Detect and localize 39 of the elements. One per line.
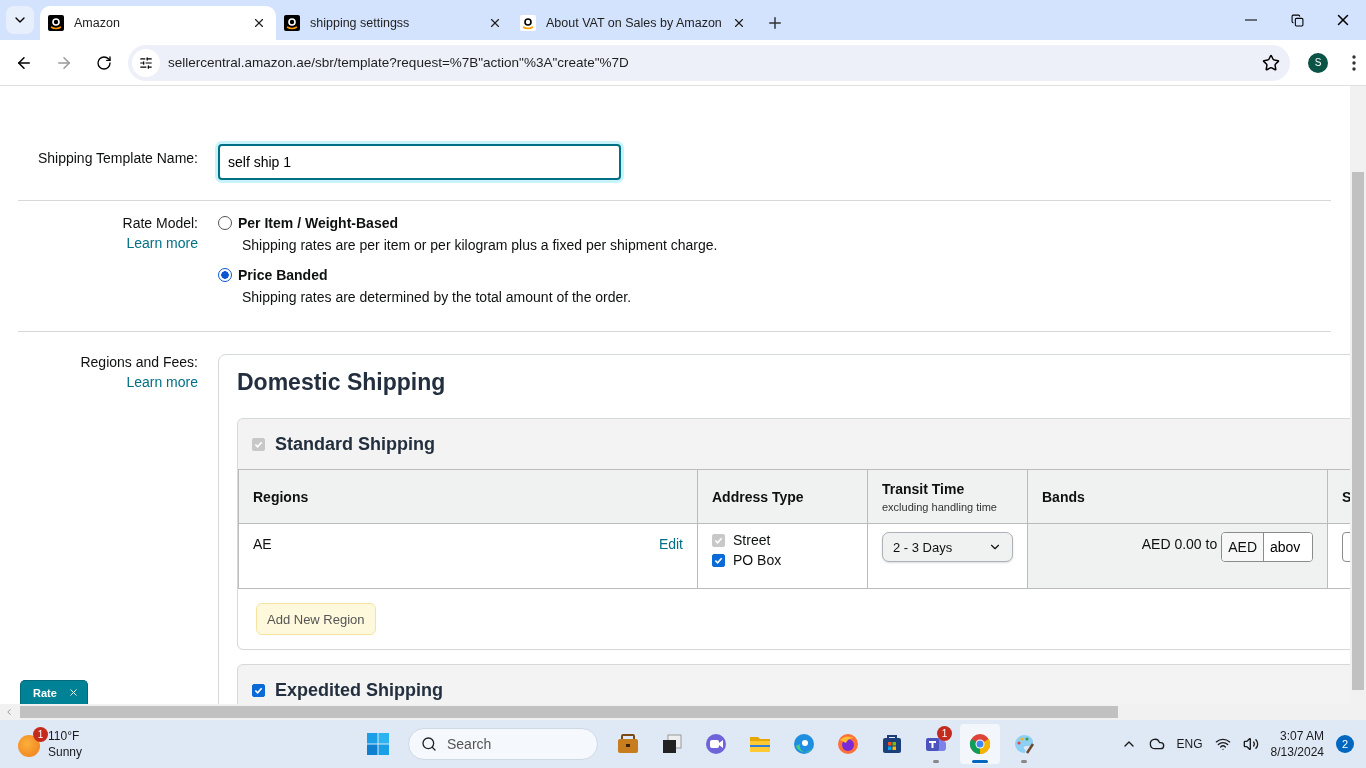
browser-tab[interactable]: Amazon [40, 6, 276, 40]
learn-more-link[interactable]: Learn more [126, 374, 198, 390]
notification-badge: 1 [33, 727, 48, 742]
feedback-tab[interactable]: Rate [20, 680, 88, 704]
weather-condition: Sunny [48, 744, 83, 760]
temperature: 110°F [48, 728, 81, 744]
column-header: Bands [1027, 470, 1327, 524]
browser-tab[interactable]: shipping settingss [276, 6, 512, 40]
option-label: Per Item / Weight-Based [238, 215, 398, 231]
browser-tab[interactable]: About VAT on Sales by Amazon [512, 6, 756, 40]
band-range-text: AED 0.00 to [1141, 536, 1218, 552]
url-text: sellercentral.amazon.ae/sbr/template?request=%7B"action"%3A"create"%7D [168, 55, 630, 70]
notification-badge: 1 [937, 726, 952, 741]
column-header: S [1327, 470, 1350, 524]
checkbox-label: PO Box [733, 552, 782, 568]
search-placeholder: Search [447, 736, 492, 752]
field-label: Shipping Template Name: [37, 150, 198, 166]
clock[interactable]: 3:07 AM 8/13/2024 [1270, 728, 1324, 760]
profile-avatar[interactable]: S [1308, 52, 1328, 73]
column-header: Address Type [697, 470, 867, 524]
panel-title: Domestic Shipping [237, 369, 447, 396]
option-description: Shipping rates are per item or per kilogram plus a fixed per shipment charge. [242, 237, 719, 253]
region-cell-text: AE [253, 536, 272, 554]
language-indicator[interactable]: ENG [1176, 737, 1203, 751]
learn-more-link[interactable]: Learn more [126, 235, 198, 251]
notification-count[interactable]: 2 [1336, 735, 1354, 753]
option-description: Shipping rates are determined by the total amount of the order. [242, 289, 633, 305]
section-title: Expedited Shipping [275, 679, 443, 701]
address-bar[interactable]: sellercentral.amazon.ae/sbr/template?request=%7B"action"%3A"create"%7D [128, 44, 1290, 81]
template-name-input[interactable]: self ship 1 [218, 144, 621, 180]
column-header: Transit Time excluding handling time [867, 470, 1027, 524]
field-label: Rate Model: [122, 215, 198, 231]
checkbox-label: Street [733, 532, 771, 548]
field-label: Regions and Fees: [80, 354, 198, 370]
column-header: Regions [238, 470, 697, 524]
option-label: Price Banded [238, 267, 328, 283]
section-title: Standard Shipping [275, 433, 435, 455]
taskbar-search[interactable]: Search [408, 728, 598, 760]
taskbar-app[interactable]: 1 [916, 724, 956, 764]
